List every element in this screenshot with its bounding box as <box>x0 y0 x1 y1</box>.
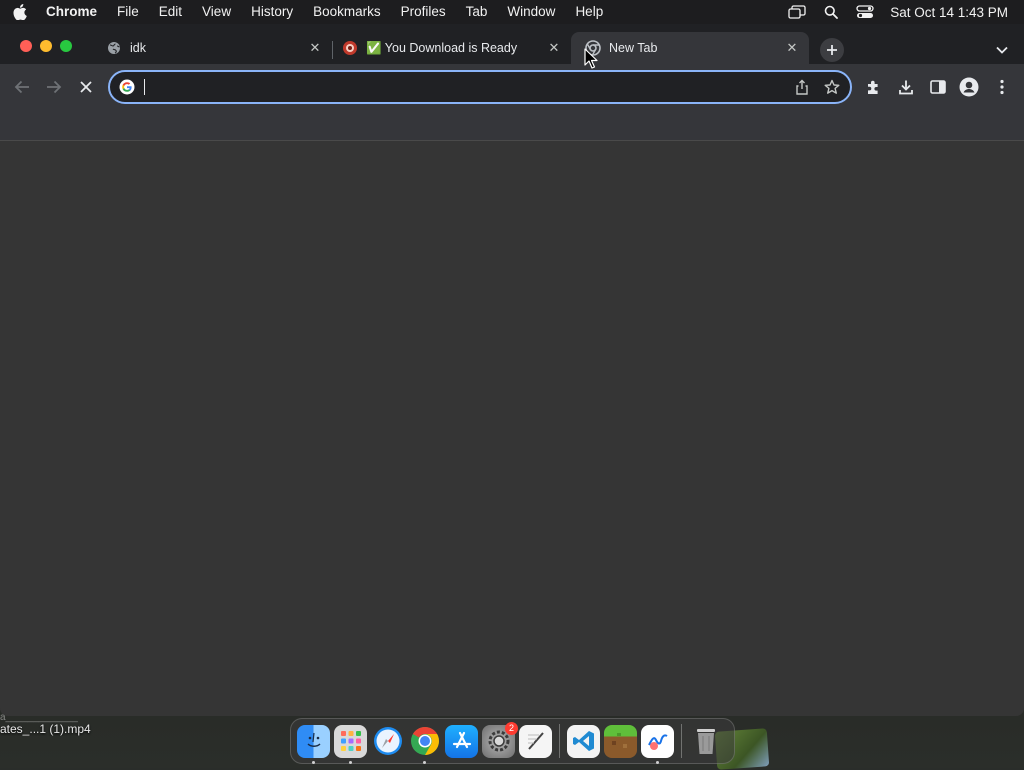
tab-new-tab[interactable]: New Tab ✕ <box>571 32 809 64</box>
running-indicator <box>312 760 315 764</box>
gear-icon[interactable]: 2 <box>482 721 518 758</box>
omnibox[interactable] <box>108 70 852 104</box>
window-minimize-button[interactable] <box>40 40 52 52</box>
address-input[interactable] <box>144 75 790 99</box>
page-content <box>0 142 1024 716</box>
menu-view[interactable]: View <box>192 0 241 24</box>
window-close-button[interactable] <box>20 40 32 52</box>
chrome-icon[interactable] <box>408 725 441 764</box>
bookmark-star-button[interactable] <box>820 75 844 99</box>
finder-icon[interactable] <box>297 724 330 764</box>
screen-mirroring-icon[interactable] <box>780 0 814 24</box>
back-arrow-icon <box>14 80 29 94</box>
menu-tab[interactable]: Tab <box>456 0 498 24</box>
pen-icon[interactable] <box>519 724 552 758</box>
running-indicator <box>349 760 352 764</box>
tab-strip: idk ✕ ✅ You Download is Ready ✕ New Tab … <box>0 24 1024 64</box>
chrome-menu-button[interactable] <box>991 76 1013 98</box>
tab-title: New Tab <box>609 41 658 55</box>
menu-profiles[interactable]: Profiles <box>391 0 456 24</box>
tab-idk[interactable]: idk ✕ <box>92 32 332 64</box>
forward-arrow-icon <box>47 80 62 94</box>
menu-help[interactable]: Help <box>565 0 613 24</box>
menubar-status-area: Sat Oct 14 1:43 PM <box>780 0 1024 24</box>
side-panel-icon <box>930 80 946 94</box>
vscode-icon[interactable] <box>567 724 600 758</box>
launchpad-icon[interactable] <box>334 724 367 764</box>
tab-title: ✅ You Download is Ready <box>366 40 518 55</box>
safari-icon[interactable] <box>371 725 404 758</box>
side-panel-button[interactable] <box>927 76 949 98</box>
google-g-icon <box>118 78 136 96</box>
trash-icon[interactable] <box>689 725 722 758</box>
control-center-icon[interactable] <box>848 0 882 24</box>
download-icon <box>899 80 913 95</box>
mouse-cursor-icon <box>584 48 598 69</box>
menu-bar: Chrome File Edit View History Bookmarks … <box>0 0 1024 24</box>
new-tab-button[interactable] <box>820 38 844 62</box>
grass-block-icon[interactable] <box>604 724 637 758</box>
tab-close-icon[interactable]: ✕ <box>545 39 563 57</box>
menu-history[interactable]: History <box>241 0 303 24</box>
downloads-button[interactable] <box>895 76 917 98</box>
forward-button[interactable] <box>43 76 65 98</box>
stop-loading-button[interactable] <box>75 76 97 98</box>
bookmarks-bar <box>0 110 1024 141</box>
tab-download-ready[interactable]: ✅ You Download is Ready ✕ <box>328 32 571 64</box>
apple-menu-icon[interactable] <box>0 0 40 24</box>
running-indicator <box>423 760 426 764</box>
toolbar <box>0 64 1024 110</box>
tab-search-button[interactable] <box>992 40 1012 60</box>
menu-bookmarks[interactable]: Bookmarks <box>303 0 391 24</box>
share-button[interactable] <box>790 75 814 99</box>
spotlight-search-icon[interactable] <box>814 0 848 24</box>
star-icon <box>824 79 840 94</box>
tab-close-icon[interactable]: ✕ <box>783 39 801 57</box>
chrome-window: idk ✕ ✅ You Download is Ready ✕ New Tab … <box>0 24 1024 716</box>
tab-title: idk <box>130 41 146 55</box>
menu-edit[interactable]: Edit <box>149 0 192 24</box>
app-store-icon[interactable] <box>445 724 478 758</box>
back-button[interactable] <box>11 76 33 98</box>
dock: 2 <box>290 718 735 764</box>
menu-app-name[interactable]: Chrome <box>40 0 107 24</box>
desktop-file-label[interactable]: ates_...1 (1).mp4 <box>0 722 110 736</box>
extensions-button[interactable] <box>863 76 885 98</box>
running-indicator <box>656 760 659 764</box>
freeform-icon[interactable] <box>641 724 674 764</box>
puzzle-icon <box>868 80 878 94</box>
window-zoom-button[interactable] <box>60 40 72 52</box>
chevron-down-icon <box>996 46 1008 54</box>
dock-divider <box>559 724 560 758</box>
menubar-clock[interactable]: Sat Oct 14 1:43 PM <box>890 5 1008 20</box>
text-caret <box>144 79 145 95</box>
close-icon <box>80 81 92 93</box>
menu-window[interactable]: Window <box>497 0 565 24</box>
share-icon <box>796 79 808 95</box>
profile-button[interactable] <box>958 76 980 98</box>
avatar <box>959 77 979 97</box>
notification-badge: 2 <box>505 721 518 735</box>
dock-divider <box>681 724 682 758</box>
kebab-menu-icon <box>1000 79 1004 95</box>
globe-icon <box>106 40 122 56</box>
plus-icon <box>827 45 837 55</box>
tab-close-icon[interactable]: ✕ <box>306 39 324 57</box>
menu-file[interactable]: File <box>107 0 149 24</box>
red-circle-favicon <box>342 40 358 56</box>
